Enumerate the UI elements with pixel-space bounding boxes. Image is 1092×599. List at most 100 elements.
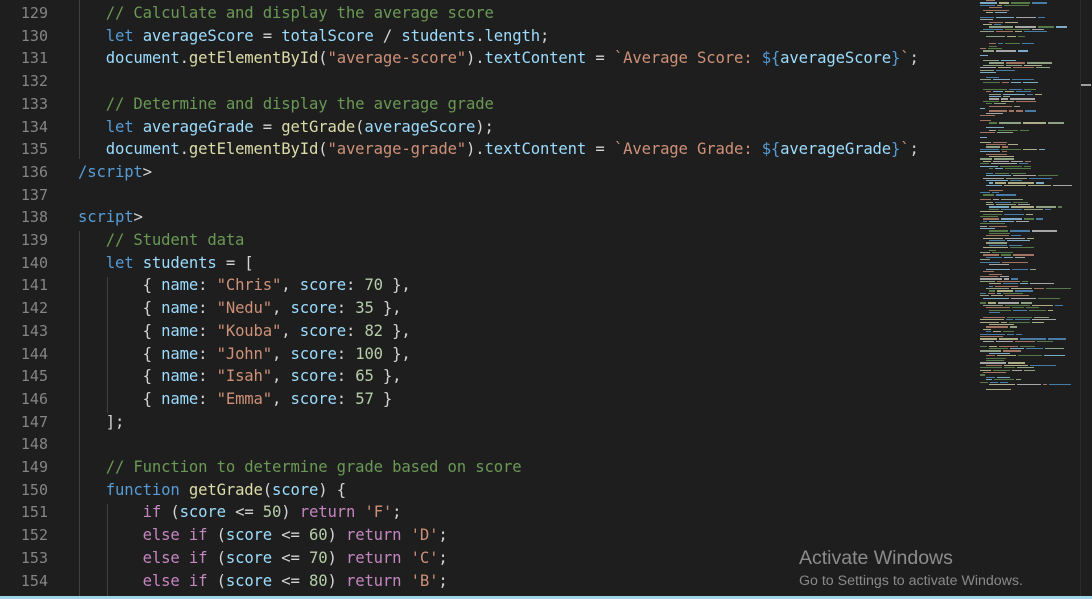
code-token: ; [438,526,448,545]
minimap-code-stroke [986,331,992,333]
minimap-code-stroke [1004,237,1025,239]
code-line[interactable]: 153 else if (score <= 70) return 'C'; [0,547,970,570]
code-token: , [281,276,300,295]
minimap-code-stroke [1011,172,1026,175]
minimap-code-stroke [986,376,995,379]
code-text: /script> [78,161,152,184]
minimap-code-stroke [986,235,1009,237]
minimap-code-stroke [989,45,997,47]
minimap-code-stroke [1036,206,1056,208]
code-line[interactable]: 149 // Function to determine grade based… [0,456,970,479]
minimap-code-stroke [986,379,993,381]
code-token: ; [438,548,448,567]
code-line[interactable]: 129 // Calculate and display the average… [0,2,970,25]
code-token: ); [475,117,494,136]
code-line[interactable]: 140 let students = [ [0,252,970,275]
minimap-code-stroke [1019,345,1036,347]
minimap-code-stroke [1011,79,1035,81]
minimap-code-stroke [989,182,994,184]
code-line[interactable]: 142 { name: "Nedu", score: 35 }, [0,297,970,320]
code-line[interactable]: 154 else if (score <= 80) return 'B'; [0,570,970,593]
code-token: averageScore [780,49,892,68]
code-token: ; [909,49,919,68]
minimap-code-stroke [986,204,995,206]
minimap-code-stroke [999,165,1023,167]
minimap-code-stroke [996,132,1013,134]
code-token: = [253,117,282,136]
code-token: }, [382,276,411,295]
minimap-code-stroke [989,168,994,170]
code-line[interactable]: 143 { name: "Kouba", score: 82 }, [0,320,970,343]
code-line[interactable]: 138 script> [0,206,970,229]
minimap-code-stroke [994,379,1015,381]
code-token: function [105,480,180,499]
code-token: > [142,162,152,181]
code-line[interactable]: 134 let averageGrade = getGrade(averageS… [0,116,970,139]
minimap-code-stroke [980,292,986,295]
code-line[interactable]: 141 { name: "Chris", score: 70 }, [0,274,970,297]
code-text: { name: "Emma", score: 57 } [78,388,393,411]
code-line[interactable]: 145 { name: "Isah", score: 65 }, [0,365,970,388]
code-line[interactable]: 151 if (score <= 50) return 'F'; [0,501,970,524]
code-line[interactable]: 152 else if (score <= 60) return 'D'; [0,524,970,547]
minimap-code-stroke [1044,348,1065,350]
minimap-code-stroke [998,2,1010,4]
code-text: { name: "Kouba", score: 82 }, [78,320,411,343]
minimap-code-stroke [986,307,1010,309]
code-line[interactable]: 147 ]; [0,411,970,434]
minimap-code-stroke [980,31,995,33]
minimap-code-stroke [989,232,1010,235]
minimap-code-stroke [980,163,990,165]
minimap-code-stroke [980,192,990,194]
code-token: <= [272,548,309,567]
minimap-code-stroke [980,338,997,340]
minimap-code-stroke [992,91,1003,93]
code-line[interactable]: 136/script> [0,161,970,184]
code-token: students [401,26,476,45]
code-editor[interactable]: 129 // Calculate and display the average… [0,0,970,599]
minimap-code-stroke [983,316,1005,319]
code-token: }, [373,299,402,318]
code-token: 70 [309,548,328,567]
minimap-code-stroke [993,331,1002,333]
code-line[interactable]: 132 [0,70,970,93]
code-line[interactable]: 146 { name: "Emma", score: 57 } [0,388,970,411]
code-token: totalScore [281,26,374,45]
code-token: name [161,276,199,295]
code-line[interactable]: 144 { name: "John", score: 100 }, [0,343,970,366]
code-token: / [373,26,402,45]
minimap-code-stroke [1048,309,1054,311]
minimap-code-stroke [989,122,997,124]
code-token: let [105,253,134,272]
minimap-code-stroke [980,225,987,227]
code-token: { [78,321,162,340]
code-line[interactable]: 148 [0,433,970,456]
code-line[interactable]: 131 document.getElementById("average-sco… [0,47,970,70]
minimap-code-stroke [986,91,991,93]
minimap-code-stroke [1037,26,1055,28]
code-line[interactable]: 137 [0,184,970,207]
code-token: : [336,344,356,363]
minimap[interactable] [975,0,1080,599]
code-line[interactable]: 135 document.getElementById("average-gra… [0,138,970,161]
minimap-code-stroke [1037,297,1061,299]
vertical-scrollbar[interactable] [1080,0,1092,599]
minimap-code-stroke [983,297,1009,299]
code-token: }, [382,344,411,363]
minimap-code-stroke [1038,175,1058,177]
code-line[interactable]: 150 function getGrade(score) { [0,479,970,502]
minimap-code-stroke [1000,381,1009,383]
code-line[interactable]: 139 // Student data [0,229,970,252]
code-line[interactable]: 133 // Determine and display the average… [0,93,970,116]
scroll-position-marker[interactable] [1081,84,1091,86]
code-token: students [142,253,217,272]
minimap-code-stroke [1001,218,1022,220]
code-token: getElementById [188,49,319,68]
minimap-code-stroke [1012,268,1028,271]
minimap-code-stroke [980,278,1003,280]
code-line[interactable]: 130 let averageScore = totalScore / stud… [0,25,970,48]
minimap-code-stroke [1001,100,1015,103]
minimap-code-stroke [1032,321,1045,323]
